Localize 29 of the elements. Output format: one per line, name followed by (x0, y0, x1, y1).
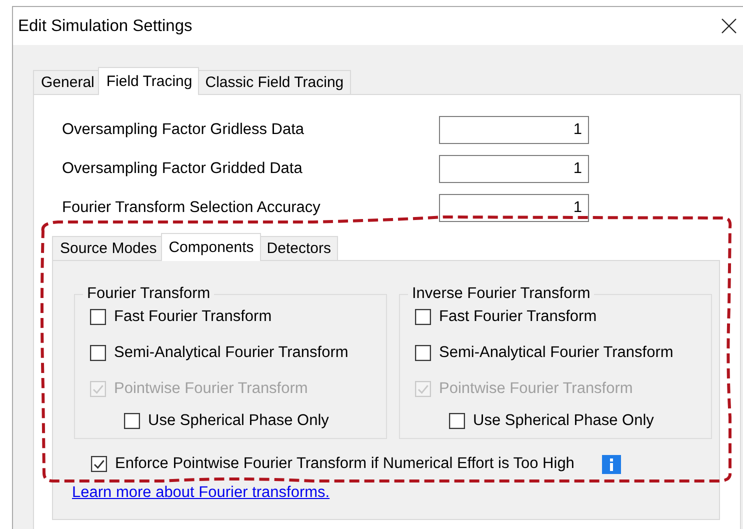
checkbox-label: Fast Fourier Transform (114, 308, 272, 326)
field-label: Fourier Transform Selection Accuracy (62, 199, 322, 217)
checkbox[interactable] (90, 309, 106, 325)
tab[interactable]: Source Modes (52, 236, 164, 260)
checkbox-label: Use Spherical Phase Only (148, 412, 329, 430)
tab[interactable]: Detectors (258, 236, 338, 260)
checkbox[interactable] (415, 309, 431, 325)
field-label: Oversampling Factor Gridless Data (62, 121, 306, 139)
checkbox-label: Pointwise Fourier Transform (439, 380, 633, 398)
checkbox-label: Enforce Pointwise Fourier Transform if Numerical Effort is Too High (115, 455, 574, 473)
checkbox-label: Semi-Analytical Fourier Transform (439, 344, 674, 362)
field-label: Oversampling Factor Gridded Data (62, 160, 304, 178)
info-icon[interactable] (602, 454, 622, 474)
checkbox-label: Pointwise Fourier Transform (114, 380, 308, 398)
checkbox-label: Fast Fourier Transform (439, 308, 597, 326)
tab[interactable]: Field Tracing (98, 67, 200, 95)
input-field[interactable]: 1 (439, 194, 589, 222)
help-link[interactable]: Learn more about Fourier transforms. (72, 484, 330, 502)
input-field[interactable]: 1 (439, 155, 589, 183)
input-field[interactable]: 1 (439, 116, 589, 144)
checkbox-label: Semi-Analytical Fourier Transform (114, 344, 348, 362)
close-icon (721, 18, 737, 34)
tab[interactable]: Components (160, 233, 261, 261)
checkbox[interactable] (91, 456, 107, 472)
tab[interactable]: Classic Field Tracing (197, 70, 351, 94)
window-title: Edit Simulation Settings (18, 16, 192, 36)
checkbox[interactable] (90, 345, 106, 361)
checkbox-label: Use Spherical Phase Only (473, 412, 654, 430)
checkbox[interactable] (415, 345, 431, 361)
